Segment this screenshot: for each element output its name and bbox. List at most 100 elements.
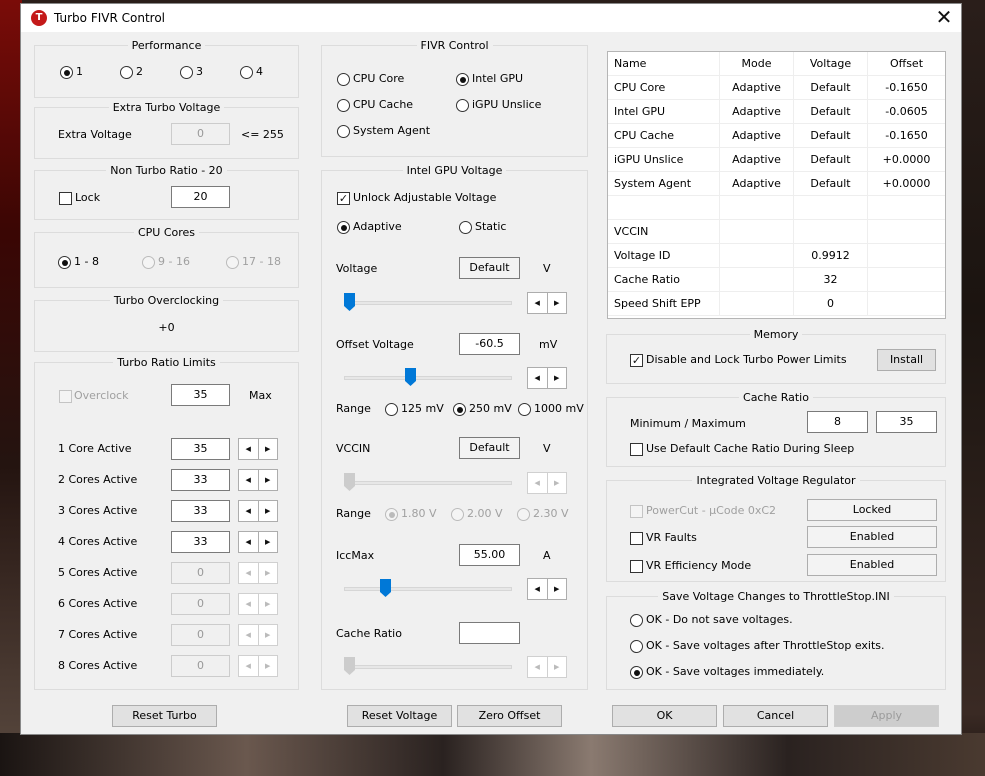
cache-ratio-slider-track[interactable]	[344, 665, 512, 669]
overclock-checkbox[interactable]	[59, 390, 72, 403]
performance-radio-4[interactable]	[240, 66, 253, 79]
cache-ratio-max-field[interactable]: 35	[876, 411, 937, 433]
iccmax-slider-track[interactable]	[344, 587, 512, 591]
cpu-cores-radio-17-18[interactable]	[226, 256, 239, 269]
cache-ratio-field[interactable]	[459, 622, 520, 644]
save-radio-no-save[interactable]	[630, 614, 643, 627]
overclock-field[interactable]: 35	[171, 384, 230, 406]
table-cell: Speed Shift EPP	[608, 292, 720, 316]
core-active-spinner[interactable]: ◀ ▶	[238, 469, 278, 491]
voltage-unit: V	[543, 262, 551, 275]
performance-radio-3[interactable]	[180, 66, 193, 79]
default-cache-sleep-checkbox[interactable]	[630, 443, 643, 456]
apply-button[interactable]: Apply	[834, 705, 939, 727]
core-active-field[interactable]: 0	[171, 562, 230, 584]
core-active-spinner[interactable]: ◀ ▶	[238, 593, 278, 615]
vr-efficiency-button[interactable]: Enabled	[807, 554, 937, 576]
reset-turbo-button[interactable]: Reset Turbo	[112, 705, 217, 727]
voltage-field[interactable]: Default	[459, 257, 520, 279]
voltage-slider-track[interactable]	[344, 301, 512, 305]
range-radio-1000[interactable]	[518, 403, 531, 416]
offset-slider-thumb[interactable]	[405, 368, 416, 386]
vccin-spinner[interactable]: ◀ ▶	[527, 472, 567, 494]
table-cell: Default	[794, 124, 868, 148]
core-active-field[interactable]: 35	[171, 438, 230, 460]
performance-label-4: 4	[256, 65, 263, 78]
vr-faults-button[interactable]: Enabled	[807, 526, 937, 548]
range-label-125: 125 mV	[401, 402, 444, 415]
zero-offset-button[interactable]: Zero Offset	[457, 705, 562, 727]
core-active-spinner[interactable]: ◀ ▶	[238, 438, 278, 460]
core-active-field[interactable]: 33	[171, 469, 230, 491]
table-cell: Intel GPU	[608, 100, 720, 124]
vccin-field[interactable]: Default	[459, 437, 520, 459]
lock-checkbox[interactable]	[59, 192, 72, 205]
fivr-radio-system-agent[interactable]	[337, 125, 350, 138]
vr-efficiency-checkbox[interactable]	[630, 560, 643, 573]
fivr-radio-intel-gpu[interactable]	[456, 73, 469, 86]
cache-ratio-min-field[interactable]: 8	[807, 411, 868, 433]
offset-voltage-label: Offset Voltage	[336, 338, 414, 351]
table-cell: iGPU Unslice	[608, 148, 720, 172]
iccmax-slider-thumb[interactable]	[380, 579, 391, 597]
core-active-spinner[interactable]: ◀ ▶	[238, 531, 278, 553]
core-active-field[interactable]: 0	[171, 593, 230, 615]
vccin-range-radio-230[interactable]	[517, 508, 530, 521]
core-active-field[interactable]: 0	[171, 655, 230, 677]
cpu-cores-radio-9-16[interactable]	[142, 256, 155, 269]
fivr-radio-cpu-core[interactable]	[337, 73, 350, 86]
fivr-radio-cpu-cache[interactable]	[337, 99, 350, 112]
voltage-slider-thumb[interactable]	[344, 293, 355, 311]
core-active-field[interactable]: 33	[171, 531, 230, 553]
close-icon[interactable]: ✕	[929, 6, 959, 30]
offset-spinner[interactable]: ◀ ▶	[527, 367, 567, 389]
ivr-group: Integrated Voltage Regulator PowerCut - …	[606, 474, 946, 582]
table-cell	[868, 244, 945, 268]
vr-faults-checkbox[interactable]	[630, 532, 643, 545]
table-cell: Adaptive	[720, 172, 794, 196]
turbo-overclocking-value: +0	[158, 321, 175, 334]
core-active-field[interactable]: 33	[171, 500, 230, 522]
performance-radio-2[interactable]	[120, 66, 133, 79]
performance-radio-1[interactable]	[60, 66, 73, 79]
core-active-field[interactable]: 0	[171, 624, 230, 646]
iccmax-spinner[interactable]: ◀ ▶	[527, 578, 567, 600]
core-active-spinner[interactable]: ◀ ▶	[238, 562, 278, 584]
vccin-slider-track[interactable]	[344, 481, 512, 485]
vccin-range-radio-180[interactable]	[385, 508, 398, 521]
vccin-slider-thumb[interactable]	[344, 473, 355, 491]
fivr-control-title: FIVR Control	[416, 39, 493, 52]
fivr-label-cpu-cache: CPU Cache	[353, 98, 414, 111]
ok-button[interactable]: OK	[612, 705, 717, 727]
save-radio-on-exit[interactable]	[630, 640, 643, 653]
fivr-label-igpu-unslice: iGPU Unslice	[472, 98, 542, 111]
mode-radio-adaptive[interactable]	[337, 221, 350, 234]
cache-ratio-slider-thumb[interactable]	[344, 657, 355, 675]
vccin-range-radio-200[interactable]	[451, 508, 464, 521]
table-cell: Cache Ratio	[608, 268, 720, 292]
range-radio-250[interactable]	[453, 403, 466, 416]
save-radio-immediately[interactable]	[630, 666, 643, 679]
fivr-radio-igpu-unslice[interactable]	[456, 99, 469, 112]
powercut-checkbox[interactable]	[630, 505, 643, 518]
table-header-cell: Name	[608, 52, 720, 76]
offset-voltage-field[interactable]: -60.5	[459, 333, 520, 355]
iccmax-field[interactable]: 55.00	[459, 544, 520, 566]
powercut-button[interactable]: Locked	[807, 499, 937, 521]
non-turbo-field[interactable]: 20	[171, 186, 230, 208]
core-active-spinner[interactable]: ◀ ▶	[238, 500, 278, 522]
reset-voltage-button[interactable]: Reset Voltage	[347, 705, 452, 727]
voltage-spinner[interactable]: ◀ ▶	[527, 292, 567, 314]
extra-voltage-field[interactable]: 0	[171, 123, 230, 145]
mode-radio-static[interactable]	[459, 221, 472, 234]
install-button[interactable]: Install	[877, 349, 936, 371]
unlock-voltage-checkbox[interactable]: ✓	[337, 192, 350, 205]
range-radio-125[interactable]	[385, 403, 398, 416]
cache-ratio-spinner[interactable]: ◀ ▶	[527, 656, 567, 678]
core-active-spinner[interactable]: ◀ ▶	[238, 624, 278, 646]
cancel-button[interactable]: Cancel	[723, 705, 828, 727]
offset-slider-track[interactable]	[344, 376, 512, 380]
core-active-spinner[interactable]: ◀ ▶	[238, 655, 278, 677]
cpu-cores-radio-1-8[interactable]	[58, 256, 71, 269]
disable-turbo-limits-checkbox[interactable]: ✓	[630, 354, 643, 367]
